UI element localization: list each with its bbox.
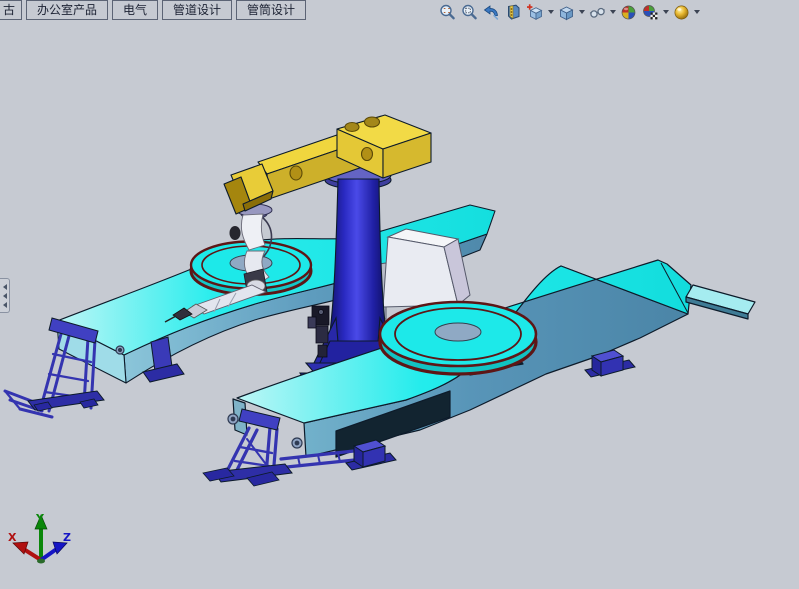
view-settings-icon[interactable] [670, 1, 692, 23]
graphics-viewport[interactable]: X Y Z [0, 23, 799, 589]
section-view-icon[interactable] [502, 1, 524, 23]
robot-boom[interactable] [224, 115, 431, 214]
column-drive-unit[interactable] [308, 306, 329, 357]
tab-tubing-design[interactable]: 管筒设计 [236, 0, 306, 20]
zoom-to-fit-icon[interactable] [436, 1, 458, 23]
tab-partial[interactable]: 古 [0, 0, 22, 20]
slewing-ring-front[interactable] [380, 302, 536, 374]
view-settings-dropdown-icon[interactable] [692, 1, 701, 23]
model-scene: X Y Z [0, 23, 799, 589]
orientation-triad: X Y Z [8, 512, 71, 564]
previous-view-icon[interactable] [480, 1, 502, 23]
triad-x-label: X [8, 531, 17, 544]
left-triangle-icon [3, 302, 7, 308]
hide-show-items-dropdown-icon[interactable] [608, 1, 617, 23]
tab-electrical[interactable]: 电气 [112, 0, 158, 20]
apply-scene-dropdown-icon[interactable] [661, 1, 670, 23]
hide-show-items-icon[interactable] [586, 1, 608, 23]
apply-scene-icon[interactable] [639, 1, 661, 23]
zoom-to-area-icon[interactable] [458, 1, 480, 23]
display-style-dropdown-icon[interactable] [577, 1, 586, 23]
feature-panel-expander[interactable] [0, 278, 10, 313]
support-stand-back[interactable] [5, 318, 104, 417]
tab-office-products[interactable]: 办公室产品 [26, 0, 108, 20]
display-style-icon[interactable] [555, 1, 577, 23]
view-orientation-dropdown-icon[interactable] [546, 1, 555, 23]
view-orientation-icon[interactable] [524, 1, 546, 23]
tab-piping-design[interactable]: 管道设计 [162, 0, 232, 20]
edit-appearance-icon[interactable] [617, 1, 639, 23]
heads-up-view-toolbar [436, 1, 701, 23]
triad-z-label: Z [63, 531, 71, 544]
triad-y-label: Y [35, 512, 45, 525]
left-triangle-icon [3, 293, 7, 299]
left-triangle-icon [3, 284, 7, 290]
solidworks-window: 古 办公室产品 电气 管道设计 管筒设计 [0, 0, 799, 589]
